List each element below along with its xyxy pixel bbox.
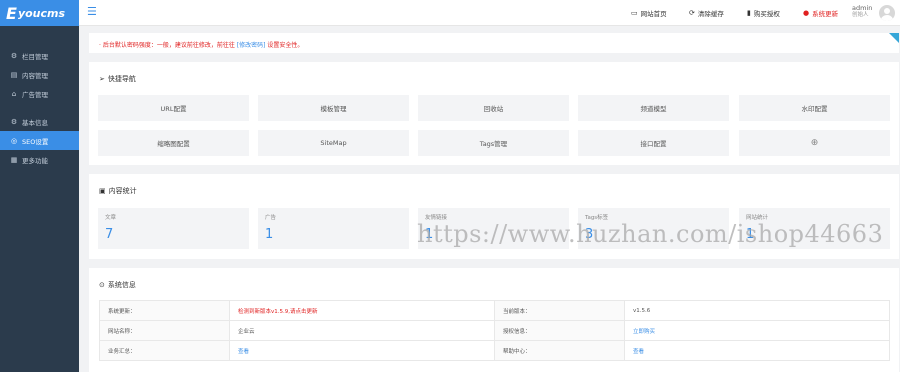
stat-card-articles[interactable]: 文章 7 (98, 208, 249, 249)
monitor-icon: ▭ (631, 9, 638, 17)
info-key: 授权信息： (494, 320, 625, 341)
gear-icon: ⚙ (10, 117, 18, 126)
sidebar-item-seo[interactable]: ◎ SEO设置 (0, 131, 79, 150)
info-key: 当前版本： (494, 300, 625, 321)
stat-label: 广告 (265, 215, 277, 221)
quick-btn-tags[interactable]: Tags管理 (418, 130, 569, 156)
menu-toggle-icon[interactable]: ☰ (87, 6, 98, 17)
quick-btn-recycle[interactable]: 回收站 (418, 95, 569, 121)
quick-nav-title: 快捷导航 (107, 75, 136, 83)
info-value: 立即购买 (624, 320, 890, 341)
clear-cache-label: 清除缓存 (697, 10, 724, 18)
table-row: 系统更新： 检测到新版本v1.5.9,请点击更新 当前版本： v1.5.6 (99, 300, 890, 321)
sidebar-item-label: 基本信息 (22, 118, 48, 127)
section-title: ⊙ 系统信息 (99, 280, 136, 290)
help-view-link[interactable]: 查看 (633, 349, 644, 355)
update-available-link[interactable]: 检测到新版本v1.5.9,请点击更新 (238, 309, 318, 315)
grid-icon: ▦ (10, 155, 18, 164)
sidebar-item-label: 更多功能 (22, 156, 48, 165)
bookmark-icon: ▮ (747, 9, 751, 17)
send-icon: ➢ (99, 75, 105, 83)
refresh-icon: ⟳ (689, 9, 695, 17)
logo-text: youcms (17, 6, 66, 20)
info-key: 业务汇总： (99, 340, 230, 361)
user-name: admin (852, 4, 873, 12)
user-role: 创始人 (852, 12, 869, 18)
quick-btn-template[interactable]: 模板管理 (258, 95, 409, 121)
quick-btn-api[interactable]: 接口配置 (578, 130, 729, 156)
sidebar-item-label: 广告管理 (22, 90, 48, 99)
view-link[interactable]: 查看 (238, 349, 249, 355)
info-key: 帮助中心： (494, 340, 625, 361)
document-icon: ▤ (10, 70, 18, 79)
section-title: ▣ 内容统计 (99, 186, 137, 196)
info-value: 企业云 (229, 320, 495, 341)
system-update-label: 系统更新 (812, 10, 839, 18)
site-home-label: 网站首页 (640, 10, 667, 18)
sidebar: Eyoucms ⚙ 栏目管理 ▤ 内容管理 ⌂ 广告管理 ⚙ 基本信息 ◎ SE… (0, 0, 79, 372)
buy-license-label: 购买授权 (753, 10, 780, 18)
table-row: 网站名称： 企业云 授权信息： 立即购买 (99, 320, 890, 341)
sysinfo-title: 系统信息 (107, 281, 136, 289)
info-key: 网站名称： (99, 320, 230, 341)
clear-cache-link[interactable]: ⟳ 清除缓存 (689, 8, 724, 18)
gear-icon: ⚙ (10, 51, 18, 60)
quick-btn-channel-model[interactable]: 频道模型 (578, 95, 729, 121)
info-key: 系统更新： (99, 300, 230, 321)
quick-btn-watermark[interactable]: 水印配置 (739, 95, 890, 121)
notice-prefix: · 后台默认密码强度：一般，建议前往修改，前往往 (99, 42, 235, 49)
stat-label: 文章 (105, 215, 117, 221)
stat-value: 1 (265, 227, 274, 242)
quick-nav-panel: ➢ 快捷导航 URL配置 模板管理 回收站 频道模型 水印配置 缩略图配置 Si… (89, 62, 899, 165)
sidebar-item-columns[interactable]: ⚙ 栏目管理 (0, 46, 79, 65)
target-icon: ◎ (10, 136, 18, 145)
quick-btn-url-config[interactable]: URL配置 (98, 95, 249, 121)
buy-license-link[interactable]: 立即购买 (633, 329, 655, 335)
notice-suffix: 设置安全性。 (267, 42, 304, 49)
avatar[interactable] (879, 5, 895, 21)
sidebar-item-label: 栏目管理 (22, 52, 48, 61)
sidebar-item-more[interactable]: ▦ 更多功能 (0, 150, 79, 169)
alert-icon: ● (803, 9, 810, 17)
stats-title: 内容统计 (108, 187, 137, 195)
home-icon: ⌂ (11, 89, 17, 98)
sidebar-nav: ⚙ 栏目管理 ▤ 内容管理 ⌂ 广告管理 ⚙ 基本信息 ◎ SEO设置 ▦ 更多… (0, 46, 79, 169)
buy-license-link[interactable]: ▮ 购买授权 (747, 8, 780, 18)
sidebar-item-label: 内容管理 (22, 71, 48, 80)
user-info[interactable]: admin 创始人 (852, 5, 872, 19)
system-update-link[interactable]: ● 系统更新 (803, 8, 838, 18)
logo-initial: E (6, 3, 17, 23)
quick-btn-sitemap[interactable]: SiteMap (258, 130, 409, 156)
info-value: v1.5.6 (624, 300, 890, 321)
logo[interactable]: Eyoucms (0, 0, 79, 26)
stat-card-ads[interactable]: 广告 1 (258, 208, 409, 249)
info-icon: ⊙ (99, 281, 105, 289)
info-value: 检测到新版本v1.5.9,请点击更新 (229, 300, 495, 321)
sidebar-item-label: SEO设置 (22, 137, 49, 146)
sidebar-item-ads[interactable]: ⌂ 广告管理 (0, 84, 79, 103)
add-shortcut-icon[interactable]: ⊕ (739, 130, 890, 156)
section-title: ➢ 快捷导航 (99, 74, 136, 84)
watermark: https://www.huzhan.com/ishop44663 (417, 220, 884, 248)
sidebar-item-content[interactable]: ▤ 内容管理 (0, 65, 79, 84)
notice-text: · 后台默认密码强度：一般，建议前往修改，前往往 [修改密码] 设置安全性。 (99, 40, 303, 49)
stat-value: 7 (105, 227, 114, 242)
system-info-panel: ⊙ 系统信息 系统更新： 检测到新版本v1.5.9,请点击更新 当前版本： v1… (89, 268, 899, 372)
site-home-link[interactable]: ▭ 网站首页 (631, 8, 667, 18)
table-row: 业务汇总： 查看 帮助中心： 查看 (99, 340, 890, 361)
system-info-table: 系统更新： 检测到新版本v1.5.9,请点击更新 当前版本： v1.5.6 网站… (99, 300, 890, 361)
sidebar-item-basic-info[interactable]: ⚙ 基本信息 (0, 112, 79, 131)
change-password-link[interactable]: [修改密码] (237, 42, 266, 49)
info-value: 查看 (624, 340, 890, 361)
image-icon: ▣ (99, 187, 106, 195)
corner-ribbon (889, 33, 899, 43)
top-header: ☰ ▭ 网站首页 ⟳ 清除缓存 ▮ 购买授权 ● 系统更新 admin 创始人 (79, 0, 900, 26)
info-value: 查看 (229, 340, 495, 361)
security-notice: · 后台默认密码强度：一般，建议前往修改，前往往 [修改密码] 设置安全性。 (89, 33, 899, 53)
quick-btn-thumbnail[interactable]: 缩略图配置 (98, 130, 249, 156)
